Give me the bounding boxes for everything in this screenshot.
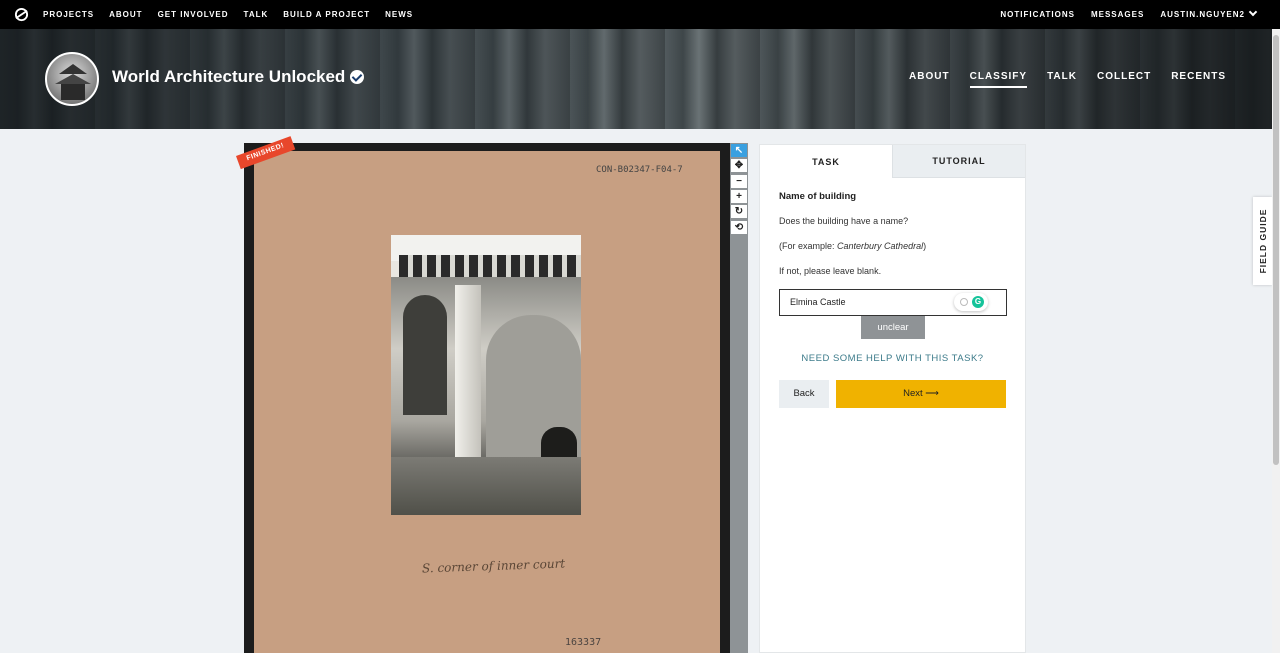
rotate-icon[interactable]: ↻ <box>731 205 747 218</box>
subject-mount-board: CON-B02347-F04-7 S. corner of inner cour… <box>254 151 720 653</box>
viewer-toolbar: ↖ ✥ − + ↻ ⟲ <box>730 143 748 653</box>
nav-get-involved[interactable]: GET INVOLVED <box>158 10 229 19</box>
project-nav-recents[interactable]: RECENTS <box>1171 71 1226 88</box>
zoom-out-icon[interactable]: − <box>731 175 747 188</box>
zooniverse-logo-icon[interactable] <box>14 7 29 22</box>
unclear-button[interactable]: unclear <box>861 316 925 339</box>
question-example: (For example: Canterbury Cathedral) <box>779 241 927 251</box>
next-button[interactable]: Next ⟶ <box>836 380 1006 408</box>
top-navigation: PROJECTS ABOUT GET INVOLVED TALK BUILD A… <box>0 0 1280 29</box>
nav-talk[interactable]: TALK <box>244 10 269 19</box>
user-links: NOTIFICATIONS MESSAGES AUSTIN.NGUYEN2 <box>1000 0 1258 29</box>
tab-task[interactable]: TASK <box>760 145 892 178</box>
handwritten-caption: S. corner of inner court <box>421 556 566 576</box>
project-title[interactable]: World Architecture Unlocked <box>112 67 345 87</box>
task-help-link[interactable]: NEED SOME HELP WITH THIS TASK? <box>760 353 1025 364</box>
username: AUSTIN.NGUYEN2 <box>1160 10 1245 19</box>
grammarly-icon: G <box>972 296 984 308</box>
nav-build-a-project[interactable]: BUILD A PROJECT <box>283 10 370 19</box>
project-nav-classify[interactable]: CLASSIFY <box>969 71 1028 88</box>
subject-reference-number: CON-B02347-F04-7 <box>596 165 683 175</box>
project-navigation: ABOUT CLASSIFY TALK COLLECT RECENTS <box>909 71 1226 88</box>
site-links: PROJECTS ABOUT GET INVOLVED TALK BUILD A… <box>43 0 413 29</box>
building-name-input[interactable]: Elmina Castle G <box>779 289 1007 316</box>
zoom-in-icon[interactable]: + <box>731 190 747 203</box>
field-guide-label: FIELD GUIDE <box>1257 208 1268 274</box>
verified-badge-icon <box>350 70 364 84</box>
grammarly-widget[interactable]: G <box>954 293 988 311</box>
building-name-value: Elmina Castle <box>790 297 846 307</box>
subject-photograph <box>391 235 581 515</box>
nav-about[interactable]: ABOUT <box>109 10 142 19</box>
back-button[interactable]: Back <box>779 380 829 408</box>
field-guide-tab[interactable]: FIELD GUIDE <box>1253 197 1272 285</box>
project-avatar[interactable] <box>45 52 99 106</box>
example-building-name: Canterbury Cathedral <box>837 241 924 251</box>
nav-projects[interactable]: PROJECTS <box>43 10 94 19</box>
pointer-tool-icon[interactable]: ↖ <box>731 144 747 157</box>
nav-news[interactable]: NEWS <box>385 10 413 19</box>
question-hint: If not, please leave blank. <box>779 266 882 276</box>
question-title: Name of building <box>779 191 857 202</box>
nav-notifications[interactable]: NOTIFICATIONS <box>1000 10 1075 19</box>
subject-stamp-number: 163337 <box>565 637 602 648</box>
project-header: World Architecture Unlocked ABOUT CLASSI… <box>0 29 1272 129</box>
reset-view-icon[interactable]: ⟲ <box>731 221 747 234</box>
pan-tool-icon[interactable]: ✥ <box>731 159 747 172</box>
project-nav-collect[interactable]: COLLECT <box>1097 71 1151 88</box>
chevron-down-icon <box>1248 7 1258 17</box>
page-scrollbar[interactable] <box>1272 29 1280 653</box>
nav-messages[interactable]: MESSAGES <box>1091 10 1144 19</box>
user-menu[interactable]: AUSTIN.NGUYEN2 <box>1160 7 1258 19</box>
task-panel: TASK TUTORIAL Name of building Does the … <box>759 144 1026 653</box>
subject-viewer[interactable]: CON-B02347-F04-7 S. corner of inner cour… <box>244 143 730 653</box>
project-nav-about[interactable]: ABOUT <box>909 71 950 88</box>
question-text: Does the building have a name? <box>779 216 909 226</box>
task-tabs: TASK TUTORIAL <box>760 145 1025 178</box>
tab-tutorial[interactable]: TUTORIAL <box>892 145 1025 178</box>
scrollbar-thumb[interactable] <box>1273 35 1279 465</box>
power-icon <box>960 298 968 306</box>
project-nav-talk[interactable]: TALK <box>1047 71 1077 88</box>
